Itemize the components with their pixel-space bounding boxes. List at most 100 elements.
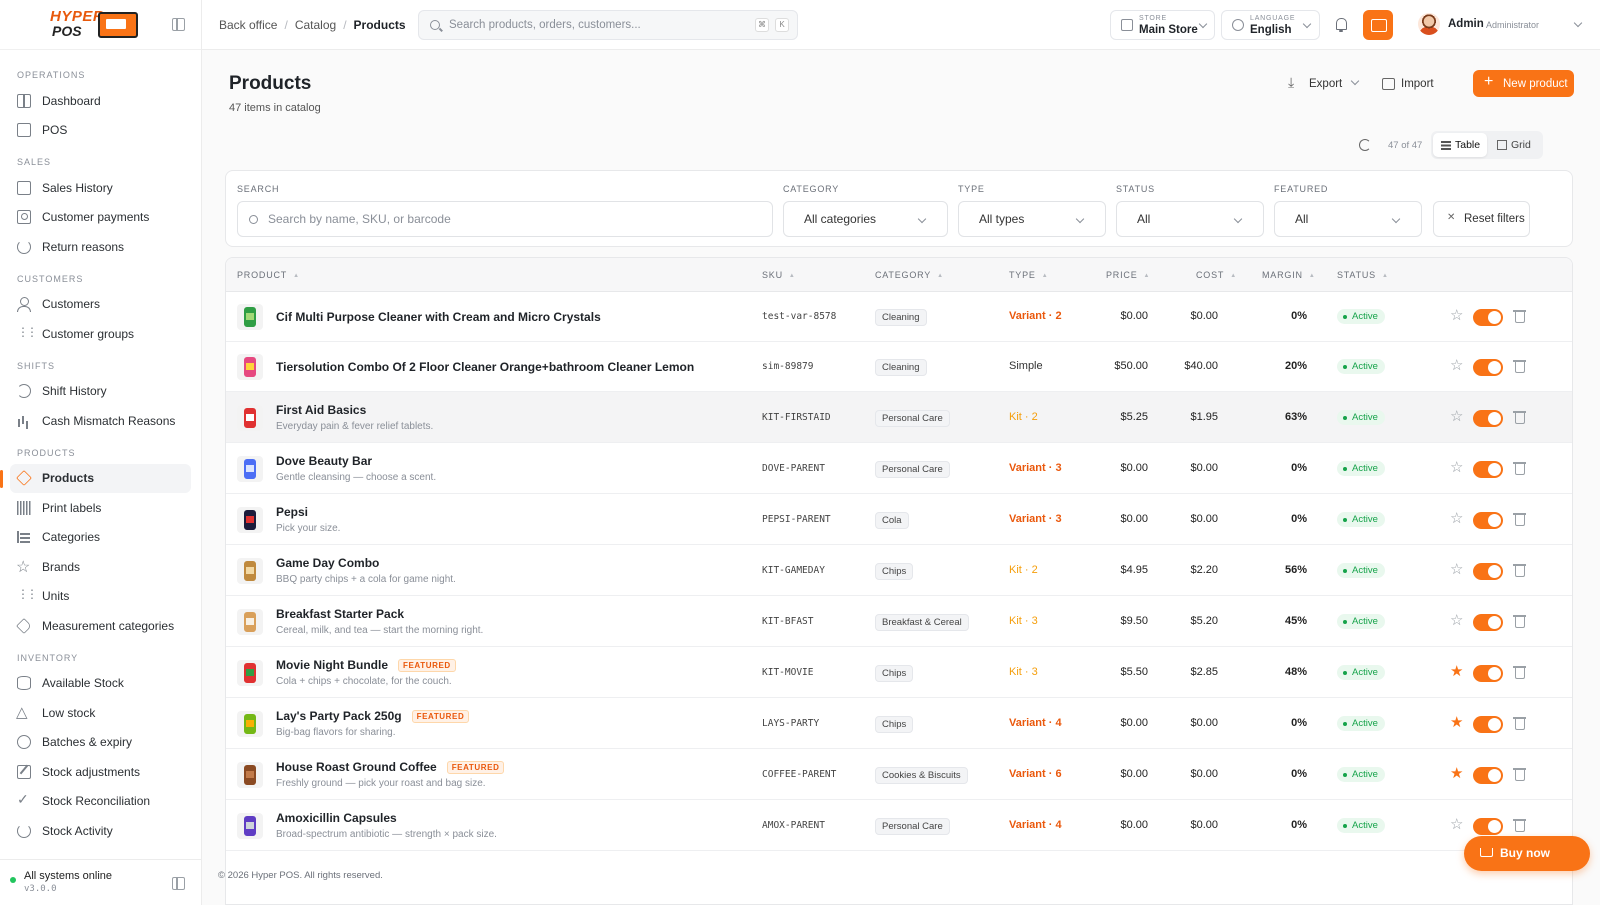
import-button[interactable]: Import: [1375, 70, 1443, 97]
product-name[interactable]: Tiersolution Combo Of 2 Floor Cleaner Or…: [276, 360, 694, 374]
sidebar-item-dashboard[interactable]: Dashboard: [10, 86, 191, 116]
column-cost[interactable]: COST: [1196, 270, 1237, 280]
product-name[interactable]: Dove Beauty Bar: [276, 454, 372, 468]
product-name[interactable]: Pepsi: [276, 505, 308, 519]
featured-star-icon[interactable]: ☆: [1450, 407, 1463, 425]
featured-star-icon[interactable]: ☆: [1450, 458, 1463, 476]
delete-trash-icon[interactable]: [1513, 411, 1526, 424]
featured-select[interactable]: All: [1274, 201, 1422, 237]
table-row[interactable]: Movie Night Bundle FEATURED Cola + chips +…: [226, 647, 1572, 698]
featured-star-icon[interactable]: ☆: [1450, 509, 1463, 527]
product-name[interactable]: Lay's Party Pack 250g FEATURED: [276, 709, 470, 723]
sidebar-item-stock-reconciliation[interactable]: Stock Reconciliation: [10, 787, 191, 817]
column-type[interactable]: TYPE: [1009, 270, 1048, 280]
sidebar-item-stock-activity[interactable]: Stock Activity: [10, 816, 191, 846]
product-name[interactable]: First Aid Basics: [276, 403, 366, 417]
product-enabled-toggle[interactable]: [1473, 410, 1503, 427]
table-row[interactable]: Tiersolution Combo Of 2 Floor Cleaner Or…: [226, 342, 1572, 392]
type-select[interactable]: All types: [958, 201, 1106, 237]
notification-bell-icon[interactable]: [1336, 18, 1347, 32]
table-row[interactable]: Lay's Party Pack 250g FEATURED Big-bag fla…: [226, 698, 1572, 749]
column-status[interactable]: STATUS: [1337, 270, 1389, 280]
view-grid-button[interactable]: Grid: [1489, 133, 1539, 157]
table-row[interactable]: Game Day Combo BBQ party chips + a cola f…: [226, 545, 1572, 596]
sidebar-item-cash-mismatch-reasons[interactable]: Cash Mismatch Reasons: [10, 406, 191, 436]
sidebar-item-products[interactable]: Products: [0, 463, 191, 493]
delete-trash-icon[interactable]: [1513, 513, 1526, 526]
delete-trash-icon[interactable]: [1513, 615, 1526, 628]
user-name[interactable]: Admin: [1448, 18, 1484, 30]
sidebar-item-stock-adjustments[interactable]: Stock adjustments: [10, 757, 191, 787]
global-search-input[interactable]: Search products, orders, customers... ⌘ …: [418, 10, 798, 40]
table-row[interactable]: Breakfast Starter Pack Cereal, milk, and …: [226, 596, 1572, 647]
sidebar-item-pos[interactable]: POS: [10, 116, 191, 146]
delete-trash-icon[interactable]: [1513, 462, 1526, 475]
sidebar-item-categories[interactable]: Categories: [10, 523, 191, 553]
breadcrumb-back-office[interactable]: Back office: [219, 18, 277, 32]
featured-star-icon[interactable]: ★: [1450, 713, 1463, 731]
product-name[interactable]: Movie Night Bundle FEATURED: [276, 658, 456, 672]
product-enabled-toggle[interactable]: [1473, 359, 1503, 376]
delete-trash-icon[interactable]: [1513, 666, 1526, 679]
delete-trash-icon[interactable]: [1513, 819, 1526, 832]
export-button[interactable]: Export: [1282, 70, 1364, 97]
column-price[interactable]: PRICE: [1106, 270, 1150, 280]
sidebar-item-customer-payments[interactable]: Customer payments: [10, 203, 191, 233]
sidebar-item-brands[interactable]: Brands: [10, 552, 191, 582]
open-pos-button[interactable]: [1363, 10, 1393, 40]
sidebar-item-sales-history[interactable]: Sales History: [10, 173, 191, 203]
user-menu-chevron-icon[interactable]: [1573, 18, 1583, 28]
sidebar-item-measurement-categories[interactable]: Measurement categories: [10, 611, 191, 641]
featured-star-icon[interactable]: ☆: [1450, 356, 1463, 374]
product-enabled-toggle[interactable]: [1473, 563, 1503, 580]
category-select[interactable]: All categories: [783, 201, 948, 237]
sidebar-item-available-stock[interactable]: Available Stock: [10, 669, 191, 699]
avatar[interactable]: [1418, 13, 1440, 35]
product-name[interactable]: Breakfast Starter Pack: [276, 607, 404, 621]
column-sku[interactable]: SKU: [762, 270, 796, 280]
product-enabled-toggle[interactable]: [1473, 461, 1503, 478]
table-row[interactable]: Pepsi Pick your size. PEPSI-PARENT Cola Vari…: [226, 494, 1572, 545]
language-selector[interactable]: LANGUAGE English: [1221, 10, 1320, 40]
store-selector[interactable]: STORE Main Store: [1110, 10, 1215, 40]
status-select[interactable]: All: [1116, 201, 1264, 237]
sidebar-item-customers[interactable]: Customers: [10, 290, 191, 320]
delete-trash-icon[interactable]: [1513, 717, 1526, 730]
delete-trash-icon[interactable]: [1513, 360, 1526, 373]
breadcrumb-catalog[interactable]: Catalog: [295, 18, 336, 32]
sidebar-item-shift-history[interactable]: Shift History: [10, 377, 191, 407]
featured-star-icon[interactable]: ★: [1450, 764, 1463, 782]
reset-filters-button[interactable]: Reset filters: [1433, 201, 1530, 237]
delete-trash-icon[interactable]: [1513, 310, 1526, 323]
table-row[interactable]: Cif Multi Purpose Cleaner with Cream and…: [226, 292, 1572, 342]
featured-star-icon[interactable]: ☆: [1450, 560, 1463, 578]
hyper-pos-logo[interactable]: HYPER POS: [50, 9, 140, 40]
buy-now-button[interactable]: Buy now: [1464, 836, 1590, 871]
featured-star-icon[interactable]: ☆: [1450, 815, 1463, 833]
product-enabled-toggle[interactable]: [1473, 716, 1503, 733]
delete-trash-icon[interactable]: [1513, 564, 1526, 577]
table-row[interactable]: Dove Beauty Bar Gentle cleansing — choose…: [226, 443, 1572, 494]
product-enabled-toggle[interactable]: [1473, 665, 1503, 682]
product-name[interactable]: Cif Multi Purpose Cleaner with Cream and…: [276, 310, 601, 324]
delete-trash-icon[interactable]: [1513, 768, 1526, 781]
product-name[interactable]: House Roast Ground Coffee FEATURED: [276, 760, 505, 774]
new-product-button[interactable]: New product: [1473, 70, 1574, 97]
featured-star-icon[interactable]: ☆: [1450, 306, 1463, 324]
table-row[interactable]: Amoxicillin Capsules Broad-spectrum antib…: [226, 800, 1572, 851]
table-row[interactable]: House Roast Ground Coffee FEATURED Freshly…: [226, 749, 1572, 800]
product-enabled-toggle[interactable]: [1473, 767, 1503, 784]
product-enabled-toggle[interactable]: [1473, 512, 1503, 529]
view-table-button[interactable]: Table: [1433, 133, 1487, 157]
product-enabled-toggle[interactable]: [1473, 309, 1503, 326]
refresh-icon[interactable]: [1359, 139, 1371, 151]
column-category[interactable]: CATEGORY: [875, 270, 944, 280]
sidebar-item-units[interactable]: Units: [10, 582, 191, 612]
sidebar-item-print-labels[interactable]: Print labels: [10, 493, 191, 523]
column-product[interactable]: PRODUCT: [237, 270, 300, 280]
featured-star-icon[interactable]: ☆: [1450, 611, 1463, 629]
sidebar-item-customer-groups[interactable]: Customer groups: [10, 319, 191, 349]
product-enabled-toggle[interactable]: [1473, 818, 1503, 835]
sidebar-item-batches-expiry[interactable]: Batches & expiry: [10, 728, 191, 758]
product-name[interactable]: Amoxicillin Capsules: [276, 811, 397, 825]
